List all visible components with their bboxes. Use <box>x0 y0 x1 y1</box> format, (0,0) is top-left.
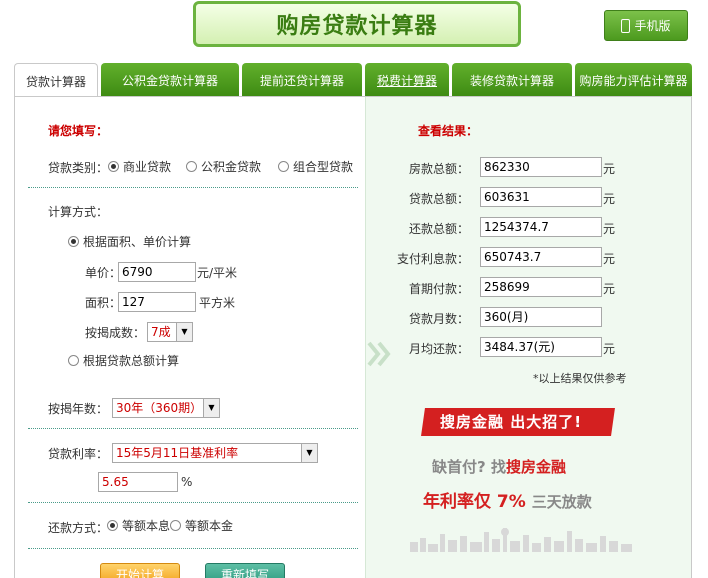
phone-icon <box>621 18 631 33</box>
radio-selected-icon <box>108 161 119 172</box>
result-label: 贷款总额： <box>408 192 469 206</box>
radio-icon <box>68 355 79 366</box>
radio-icon <box>186 161 197 172</box>
promo-line-1: 缺首付? 找搜房金融 <box>432 458 566 476</box>
ratio-select[interactable]: 7成 ▼ <box>147 322 193 342</box>
result-unit: 元 <box>603 192 616 206</box>
ratio-label: 按揭成数： <box>85 326 146 340</box>
divider <box>28 428 358 429</box>
method-by-area[interactable]: 根据面积、单价计算 <box>68 233 191 250</box>
repay-equal-principal[interactable]: 等额本金 <box>170 517 233 534</box>
chevron-down-icon: ▼ <box>176 323 192 341</box>
rate-input[interactable]: 5.65 <box>98 472 178 492</box>
house-total-field: 862330 <box>480 157 602 177</box>
loan-type-label: 贷款类别： <box>48 161 109 175</box>
tab-affordability-calculator[interactable]: 购房能力评估计算器 <box>575 63 692 97</box>
radio-icon <box>170 520 181 531</box>
calc-method-label: 计算方式： <box>48 205 109 219</box>
years-label: 按揭年数： <box>48 402 109 416</box>
unit-price-unit: 元/平米 <box>197 266 238 280</box>
repay-label: 还款方式： <box>48 521 109 535</box>
area-input[interactable]: 127 <box>118 292 196 312</box>
method-by-total[interactable]: 根据贷款总额计算 <box>68 352 179 369</box>
area-label: 面积： <box>85 296 122 310</box>
result-label: 还款总额： <box>408 222 469 236</box>
result-label: 房款总额： <box>408 162 469 176</box>
loan-type-commercial[interactable]: 商业贷款 <box>108 158 171 175</box>
rate-label: 贷款利率： <box>48 447 109 461</box>
result-unit: 元 <box>603 222 616 236</box>
tab-renovation-loan-calculator[interactable]: 装修贷款计算器 <box>452 63 572 97</box>
results-heading: 查看结果： <box>418 124 479 138</box>
promo-line-2: 年利率仅 7% 三天放款 <box>423 492 592 512</box>
city-skyline-graphic <box>410 528 632 552</box>
result-label: 月均还款： <box>408 342 469 356</box>
repay-equal-installment[interactable]: 等额本息 <box>107 517 170 534</box>
divider <box>28 548 358 549</box>
tab-loan-calculator[interactable]: 贷款计算器 <box>14 63 98 98</box>
chevron-down-icon: ▼ <box>301 444 317 462</box>
radio-selected-icon <box>107 520 118 531</box>
tab-provident-fund-calculator[interactable]: 公积金贷款计算器 <box>101 63 239 97</box>
promo-banner-text: 搜房金融 出大招了! <box>440 413 583 431</box>
form-heading: 请您填写： <box>48 124 109 138</box>
monthly-payment-field: 3484.37(元) <box>480 337 602 357</box>
down-payment-field: 258699 <box>480 277 602 297</box>
result-unit: 元 <box>603 162 616 176</box>
rate-unit: % <box>181 475 193 489</box>
years-select[interactable]: 30年（360期） ▼ <box>112 398 220 418</box>
result-label: 支付利息款： <box>396 252 469 266</box>
result-unit: 元 <box>603 252 616 266</box>
interest-total-field: 650743.7 <box>480 247 602 267</box>
result-unit: 元 <box>603 282 616 296</box>
result-label: 首期付款： <box>408 282 469 296</box>
rate-select[interactable]: 15年5月11日基准利率 ▼ <box>112 443 318 463</box>
loan-total-field: 603631 <box>480 187 602 207</box>
mobile-version-button[interactable]: 手机版 <box>604 10 688 41</box>
unit-price-label: 单价： <box>85 266 122 280</box>
unit-price-input[interactable]: 6790 <box>118 262 196 282</box>
loan-type-provident[interactable]: 公积金贷款 <box>186 158 261 175</box>
start-calculation-button[interactable]: 开始计算 <box>100 563 180 578</box>
divider <box>28 502 358 503</box>
area-unit: 平方米 <box>199 296 236 310</box>
result-unit: 元 <box>603 342 616 356</box>
result-label: 贷款月数： <box>408 312 469 326</box>
chevron-down-icon: ▼ <box>203 399 219 417</box>
loan-type-combined[interactable]: 组合型贷款 <box>278 158 353 175</box>
loan-months-field: 360(月) <box>480 307 602 327</box>
mobile-version-label: 手机版 <box>634 19 671 33</box>
tab-tax-calculator[interactable]: 税费计算器 <box>365 63 449 97</box>
repay-total-field: 1254374.7 <box>480 217 602 237</box>
radio-icon <box>278 161 289 172</box>
results-table: 房款总额： 862330 元 贷款总额： 603631 元 还款总额： 1254… <box>365 156 645 357</box>
page-title: 购房贷款计算器 <box>193 1 521 47</box>
tab-prepayment-calculator[interactable]: 提前还贷计算器 <box>242 63 362 97</box>
results-note: *以上结果仅供参考 <box>533 372 627 385</box>
divider <box>28 187 358 188</box>
reset-button[interactable]: 重新填写 <box>205 563 285 578</box>
radio-selected-icon <box>68 236 79 247</box>
